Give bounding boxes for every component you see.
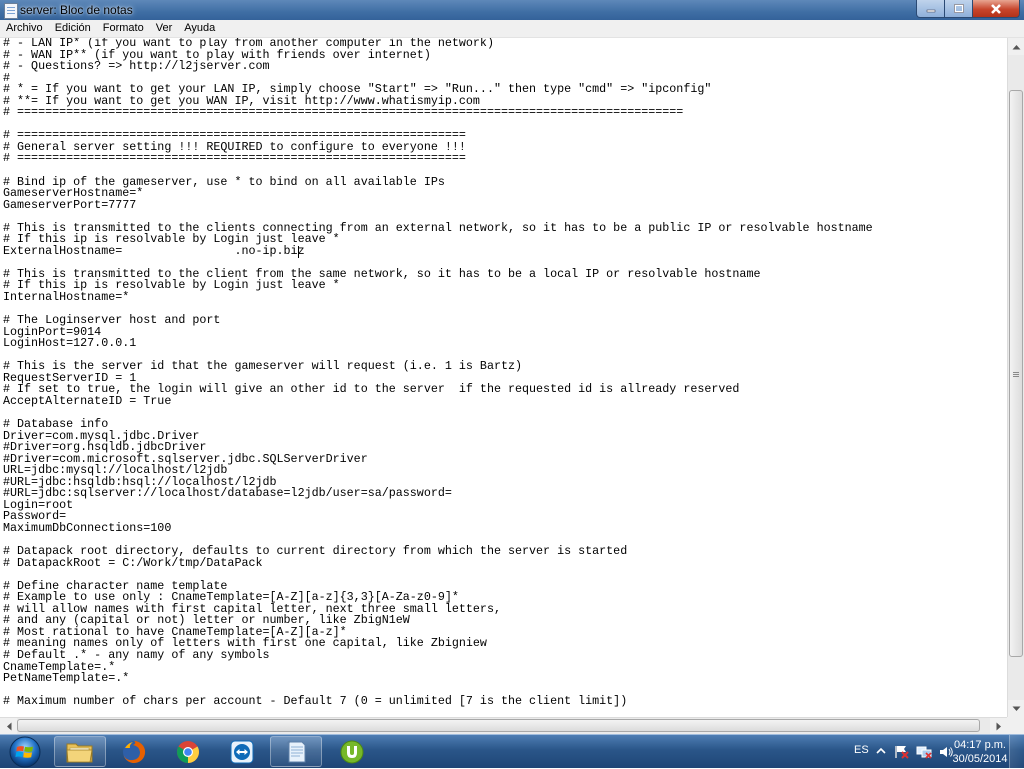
- menu-edicion[interactable]: Edición: [49, 20, 97, 37]
- maximize-button[interactable]: [944, 0, 973, 18]
- network-icon[interactable]: [916, 745, 932, 762]
- editor-line: CnameTemplate=.*: [3, 659, 116, 674]
- arrow-up-icon: [1012, 44, 1020, 49]
- editor-text-content[interactable]: # - LAN IP* (if you want to play from an…: [3, 38, 873, 708]
- text-caret: [298, 245, 300, 258]
- window-title: server: Bloc de notas: [20, 3, 133, 17]
- taskbar-explorer[interactable]: [54, 736, 106, 767]
- editor-line: GameserverPort=7777: [3, 197, 137, 212]
- chrome-icon: [177, 740, 199, 763]
- menu-archivo[interactable]: Archivo: [0, 20, 49, 37]
- clock-time: 04:17 p.m.: [954, 739, 1006, 751]
- taskbar-teamviewer[interactable]: [216, 736, 268, 767]
- editor-line: # If this ip is resolvable by Login just…: [3, 278, 340, 293]
- editor-line: MaximumDbConnections=100: [3, 520, 172, 535]
- editor-line: # ======================================…: [3, 151, 466, 166]
- language-indicator[interactable]: ES: [854, 744, 869, 756]
- system-tray: ES 04:17 p.m. 30/05/2014: [824, 735, 1024, 769]
- action-center-icon[interactable]: [894, 745, 910, 762]
- editor-line: #URL=jdbc:sqlserver://localhost/database…: [3, 486, 452, 501]
- vertical-scroll-thumb[interactable]: [1009, 89, 1023, 658]
- editor-line: AcceptAlternateID = True: [3, 393, 172, 408]
- minimize-button[interactable]: [916, 0, 945, 18]
- text-editor-area[interactable]: # - LAN IP* (if you want to play from an…: [0, 38, 1007, 717]
- scroll-left-button[interactable]: [0, 718, 17, 734]
- scroll-up-button[interactable]: [1008, 38, 1024, 55]
- horizontal-scroll-thumb[interactable]: [17, 719, 981, 732]
- menu-ayuda[interactable]: Ayuda: [178, 20, 221, 37]
- arrow-left-icon: [6, 722, 11, 730]
- notepad-icon: [286, 739, 306, 762]
- editor-line: Login=root: [3, 497, 74, 512]
- taskbar-utorrent[interactable]: [326, 736, 378, 767]
- close-icon: [991, 3, 1001, 14]
- folder-icon: [66, 743, 93, 762]
- taskbar-notepad[interactable]: [270, 736, 322, 767]
- editor-line: # DatapackRoot = C:/Work/tmp/DataPack: [3, 555, 263, 570]
- menu-ver[interactable]: Ver: [150, 20, 179, 37]
- notepad-app-icon[interactable]: [4, 3, 18, 19]
- editor-line: InternalHostname=*: [3, 290, 130, 305]
- editor-line: # Default .* - any namy of any symbols: [3, 647, 270, 662]
- scroll-right-button[interactable]: [990, 718, 1007, 734]
- maximize-icon: [953, 3, 964, 13]
- scroll-down-button[interactable]: [1008, 700, 1024, 717]
- arrow-down-icon: [1012, 706, 1020, 711]
- show-hidden-icons-button[interactable]: [876, 745, 886, 760]
- flag-warning-icon: [895, 746, 909, 759]
- menu-bar: Archivo Edición Formato Ver Ayuda: [0, 20, 1024, 38]
- window-controls: [916, 0, 1020, 18]
- editor-line: # ======================================…: [3, 105, 684, 120]
- taskbar-firefox[interactable]: [108, 736, 160, 767]
- utorrent-icon: [340, 740, 364, 763]
- taskbar-chrome[interactable]: [162, 736, 214, 767]
- show-desktop-button[interactable]: [1009, 735, 1024, 768]
- taskbar: ES 04:17 p.m. 30/05/2014: [0, 734, 1024, 768]
- arrow-right-icon: [996, 722, 1001, 730]
- editor-line: LoginHost=127.0.0.1: [3, 336, 137, 351]
- start-button[interactable]: [3, 736, 47, 768]
- editor-line: # - Questions? => http://l2jserver.com: [3, 59, 270, 74]
- vertical-scrollbar[interactable]: [1007, 38, 1024, 717]
- size-grip[interactable]: [1007, 717, 1024, 734]
- network-status-icon: [916, 746, 932, 759]
- editor-line: # Maximum number of chars per account - …: [3, 694, 628, 709]
- chevron-up-icon: [876, 747, 886, 754]
- windows-orb-icon: [9, 736, 41, 768]
- menu-formato[interactable]: Formato: [97, 20, 150, 37]
- editor-line: PetNameTemplate=.*: [3, 671, 130, 686]
- clock-date: 30/05/2014: [952, 753, 1008, 765]
- teamviewer-icon: [230, 740, 254, 763]
- editor-line: ExternalHostname= .no-ip.biz: [3, 243, 305, 258]
- minimize-icon: [926, 9, 935, 12]
- close-button[interactable]: [972, 0, 1020, 18]
- editor-line: # The Loginserver host and port: [3, 313, 221, 328]
- firefox-icon: [123, 740, 146, 763]
- horizontal-scrollbar[interactable]: [0, 717, 1007, 734]
- window-title-bar[interactable]: server: Bloc de notas: [0, 0, 1024, 21]
- clock[interactable]: 04:17 p.m. 30/05/2014: [950, 738, 1010, 766]
